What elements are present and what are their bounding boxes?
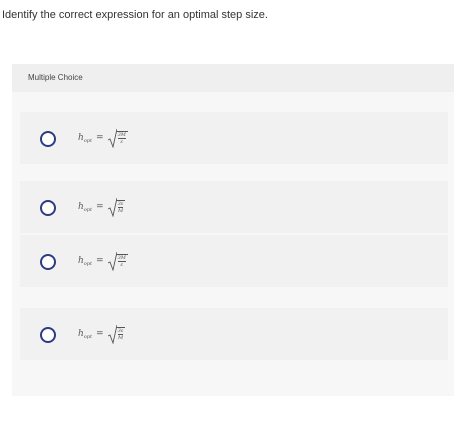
answer-option-3[interactable]: h opt = 3M ε (20, 235, 448, 287)
answer-option-1[interactable]: h opt = 3M ε (20, 112, 448, 164)
formula-subscript: opt (83, 334, 93, 340)
fraction-denominator: M (117, 208, 124, 214)
formula-equals: = (96, 329, 104, 339)
formula: h opt = 3M ε (78, 249, 128, 273)
formula: h opt = 3M ε (78, 126, 128, 150)
formula-subscript: opt (83, 261, 93, 267)
cube-root-icon: 3ε M (107, 324, 126, 344)
fraction-numerator: 3ε (117, 201, 124, 208)
question-prompt: Identify the correct expression for an o… (2, 9, 268, 21)
formula-subscript: opt (83, 207, 93, 213)
multiple-choice-panel: Multiple Choice h opt = 3M ε h opt = 3ε … (12, 64, 454, 396)
cube-root-icon: 3ε M (107, 197, 126, 217)
radio-unselected-icon[interactable] (40, 327, 56, 343)
fraction-numerator: 3M (117, 255, 126, 262)
formula-equals: = (96, 202, 104, 212)
formula-equals: = (96, 256, 104, 266)
fraction-numerator: 3M (117, 132, 126, 139)
radio-unselected-icon[interactable] (40, 200, 56, 216)
fraction-denominator: ε (120, 262, 124, 268)
panel-title: Multiple Choice (28, 73, 83, 82)
radio-unselected-icon[interactable] (40, 254, 56, 270)
answer-option-4[interactable]: h opt = 3ε M (20, 308, 448, 360)
formula-fraction: 3M ε (115, 131, 128, 145)
formula-equals: = (96, 133, 104, 143)
formula-fraction: 3ε M (115, 200, 126, 214)
cube-root-icon: 3M ε (107, 128, 128, 148)
fraction-numerator: 3ε (117, 328, 124, 335)
formula-fraction: 3M ε (115, 254, 128, 268)
radio-unselected-icon[interactable] (40, 131, 56, 147)
panel-header: Multiple Choice (12, 64, 454, 92)
fraction-denominator: ε (120, 139, 124, 145)
answer-option-2[interactable]: h opt = 3ε M (20, 181, 448, 233)
formula: h opt = 3ε M (78, 195, 126, 219)
formula-subscript: opt (83, 138, 93, 144)
formula: h opt = 3ε M (78, 322, 126, 346)
fraction-denominator: M (117, 335, 124, 341)
formula-fraction: 3ε M (115, 327, 126, 341)
cube-root-icon: 3M ε (107, 251, 128, 271)
